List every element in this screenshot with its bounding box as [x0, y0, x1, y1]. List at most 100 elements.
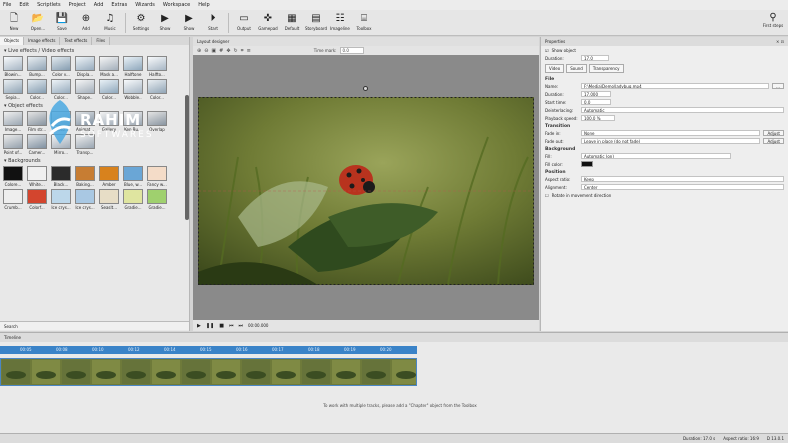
toolbar-start-button[interactable]: ⏵ Start: [201, 13, 225, 31]
object-thumbnail[interactable]: Gallery: [99, 111, 119, 132]
effect-thumbnail[interactable]: Wobble..: [123, 79, 143, 100]
effect-thumbnail[interactable]: Displa...: [75, 56, 95, 77]
menu-item-project[interactable]: Project: [69, 2, 86, 8]
section-live-effects[interactable]: ▾ Live effects / Video effects: [0, 45, 189, 56]
browse-button[interactable]: …: [772, 83, 784, 89]
section-object-effects[interactable]: ▾ Object effects: [0, 100, 189, 111]
tab-text-effects[interactable]: Text effects: [60, 37, 93, 45]
pause-icon[interactable]: ❚❚: [206, 323, 214, 329]
prev-icon[interactable]: ⏮: [229, 323, 234, 329]
menu-item-wizards[interactable]: Wizards: [135, 2, 155, 8]
crop-icon[interactable]: ⌗: [241, 48, 244, 54]
fade-in-select[interactable]: None: [581, 130, 761, 136]
background-thumbnail[interactable]: Gradie...: [123, 189, 143, 210]
toolbar-new-button[interactable]: 🗋 New: [2, 13, 26, 31]
background-thumbnail[interactable]: Crumb...: [3, 189, 23, 210]
background-thumbnail[interactable]: Blue, w...: [123, 166, 143, 187]
toolbar-save-button[interactable]: 💾 Save: [50, 13, 74, 31]
toolbox-search[interactable]: Search: [0, 321, 189, 330]
toolbar-storyboard-button[interactable]: ▤ Storyboard: [304, 13, 328, 31]
checkbox-show-object[interactable]: ☑: [545, 48, 549, 53]
fill-select[interactable]: Automatic (on): [581, 153, 731, 159]
toolbar-music-button[interactable]: ♫ Music: [98, 13, 122, 31]
effect-thumbnail[interactable]: Color...: [99, 79, 119, 100]
background-thumbnail[interactable]: Colorf...: [27, 189, 47, 210]
menu-item-edit[interactable]: Edit: [19, 2, 29, 8]
object-thumbnail[interactable]: Overlap: [147, 111, 167, 132]
background-thumbnail[interactable]: Amber: [99, 166, 119, 187]
effect-thumbnail[interactable]: Color...: [51, 79, 71, 100]
background-thumbnail[interactable]: Ice crys...: [75, 189, 95, 210]
video-preview[interactable]: [198, 97, 534, 286]
menu-item-scriptlets[interactable]: Scriptlets: [37, 2, 61, 8]
tab-files[interactable]: Files: [92, 37, 111, 45]
effect-thumbnail[interactable]: Bump...: [27, 56, 47, 77]
stop-icon[interactable]: ■: [219, 323, 224, 329]
aspect-ratio-select[interactable]: Keep: [581, 176, 784, 182]
menu-item-add[interactable]: Add: [94, 2, 104, 8]
timeline-ruler[interactable]: 00:05 00:08 00:10 00:12 00:14 00:15 00:16 00:17…: [0, 346, 417, 354]
toolbar-toolbox-button[interactable]: ⌸ Toolbox: [352, 13, 376, 31]
checkbox-rotate[interactable]: ☐: [545, 193, 549, 198]
toolbar-default-button[interactable]: ▦ Default: [280, 13, 304, 31]
background-thumbnail[interactable]: Black...: [51, 166, 71, 187]
time-mark-field[interactable]: 0.0: [339, 47, 364, 54]
object-thumbnail[interactable]: Transp...: [75, 134, 95, 155]
toolbar-settings-button[interactable]: ⚙ Settings: [129, 13, 153, 31]
object-thumbnail[interactable]: Ken Bu...: [123, 111, 143, 132]
fill-color-swatch[interactable]: [581, 161, 593, 167]
tab-transparency[interactable]: Transparency: [588, 64, 624, 73]
fade-in-adjust-button[interactable]: Adjust: [763, 130, 784, 136]
zoom-out-icon[interactable]: ⊖: [204, 48, 208, 54]
effect-thumbnail[interactable]: Color...: [27, 79, 47, 100]
menu-item-extras[interactable]: Extras: [111, 2, 127, 8]
deinterlacing-select[interactable]: Automatic: [581, 107, 784, 113]
toolbar-gamepad-button[interactable]: ✜ Gamepad: [256, 13, 280, 31]
tab-objects[interactable]: Objects: [0, 37, 25, 45]
object-thumbnail[interactable]: Camer...: [27, 134, 47, 155]
tab-sound[interactable]: Sound: [566, 64, 587, 73]
effect-thumbnail[interactable]: Shape..: [75, 79, 95, 100]
toolbar-show-button[interactable]: ▶ Show: [177, 13, 201, 31]
object-thumbnail[interactable]: Point of...: [3, 134, 23, 155]
align-icon[interactable]: ≡: [247, 48, 251, 54]
toolbox-scrollbar[interactable]: [185, 95, 189, 220]
section-backgrounds[interactable]: ▾ Backgrounds: [0, 155, 189, 166]
object-thumbnail[interactable]: Photo...: [51, 111, 71, 132]
effect-thumbnail[interactable]: Sepia...: [3, 79, 23, 100]
clip-duration-field[interactable]: 17.000: [581, 91, 611, 97]
object-thumbnail[interactable]: Film str...: [27, 111, 47, 132]
grid-icon[interactable]: #: [219, 48, 223, 54]
file-name-field[interactable]: F:\Media\Demo\ladybug.mp4: [581, 83, 769, 89]
toolbar-show-button[interactable]: ▶ Show: [153, 13, 177, 31]
toolbar-imageline-button[interactable]: ☷ Imageline: [328, 13, 352, 31]
close-icon[interactable]: × ⊡: [776, 39, 784, 44]
rotate-row[interactable]: ☐ Rotate in movement direction: [541, 191, 788, 199]
background-thumbnail[interactable]: Baking...: [75, 166, 95, 187]
zoom-in-icon[interactable]: ⊕: [197, 48, 201, 54]
effect-thumbnail[interactable]: Halftone: [123, 56, 143, 77]
play-icon[interactable]: ▶: [197, 323, 201, 329]
show-object-row[interactable]: ☑ Show object: [541, 46, 788, 54]
background-thumbnail[interactable]: Seaslt...: [99, 189, 119, 210]
first-steps-button[interactable]: ⚲ First steps: [760, 12, 786, 28]
toolbar-open-button[interactable]: 📂 Open...: [26, 13, 50, 31]
alignment-select[interactable]: Center: [581, 184, 784, 190]
effect-thumbnail[interactable]: Color v...: [51, 56, 71, 77]
toolbar-output-button[interactable]: ▭ Output: [232, 13, 256, 31]
fade-out-adjust-button[interactable]: Adjust: [763, 138, 784, 144]
playback-speed-field[interactable]: 100.0 %: [581, 115, 615, 121]
background-thumbnail[interactable]: Ice crys...: [51, 189, 71, 210]
toolbar-add-button[interactable]: ⊕ Add: [74, 13, 98, 31]
effect-thumbnail[interactable]: Halfto...: [147, 56, 167, 77]
duration-field[interactable]: 17.0: [581, 55, 609, 61]
background-thumbnail[interactable]: Colore...: [3, 166, 23, 187]
object-thumbnail[interactable]: Mirro...: [51, 134, 71, 155]
next-icon[interactable]: ⏭: [239, 323, 244, 329]
tab-video[interactable]: Video: [545, 64, 565, 73]
background-thumbnail[interactable]: Fancy w...: [147, 166, 167, 187]
move-icon[interactable]: ✥: [226, 48, 230, 54]
start-time-field[interactable]: 0.0: [581, 99, 611, 105]
object-thumbnail[interactable]: Animat...: [75, 111, 95, 132]
effect-thumbnail[interactable]: Color...: [147, 79, 167, 100]
